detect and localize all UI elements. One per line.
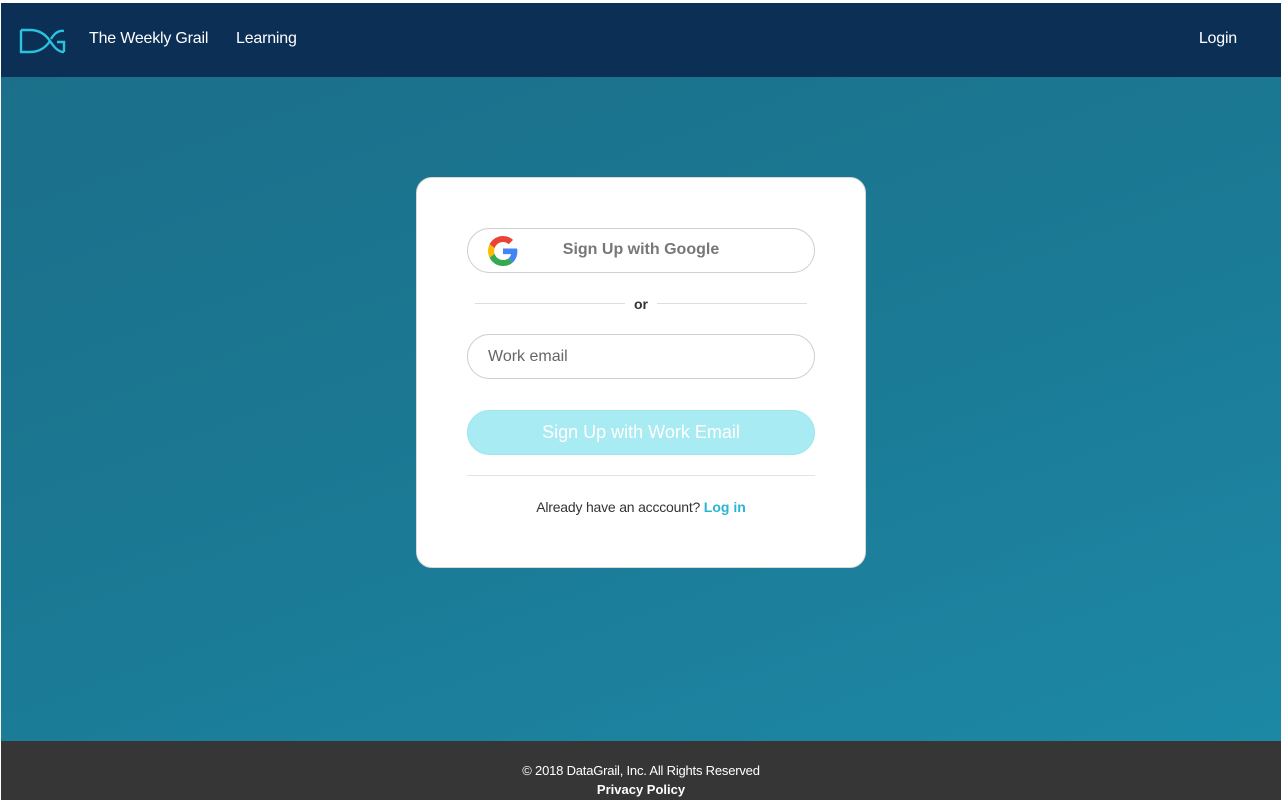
google-signup-label: Sign Up with Google [562, 241, 720, 258]
work-email-signup-button[interactable]: Sign Up with Work Email [467, 410, 815, 455]
signup-card: Sign Up with Google or Sign Up with Work… [416, 177, 866, 568]
nav-login-link[interactable]: Login [1199, 30, 1237, 48]
login-prompt-text: Already have an acccount? [536, 499, 701, 515]
login-prompt: Already have an acccount? Log in [417, 499, 865, 515]
login-link[interactable]: Log in [704, 499, 746, 515]
work-email-input[interactable] [467, 334, 815, 379]
copyright-text: © 2018 DataGrail, Inc. All Rights Reserv… [522, 763, 760, 778]
or-divider: or [475, 294, 807, 314]
card-divider [467, 475, 815, 476]
footer: © 2018 DataGrail, Inc. All Rights Reserv… [1, 741, 1281, 800]
nav-link-weekly-grail[interactable]: The Weekly Grail [89, 30, 208, 48]
datagrail-logo-icon[interactable] [18, 27, 66, 55]
privacy-policy-link[interactable]: Privacy Policy [1, 782, 1281, 797]
google-signup-button[interactable]: Sign Up with Google [467, 228, 815, 273]
divider-line-right [657, 303, 807, 304]
or-text: or [634, 296, 648, 312]
top-navbar: The Weekly Grail Learning Login [1, 3, 1281, 77]
signup-page: The Weekly Grail Learning Login Sign Up … [0, 0, 1282, 800]
nav-link-learning[interactable]: Learning [236, 30, 297, 48]
